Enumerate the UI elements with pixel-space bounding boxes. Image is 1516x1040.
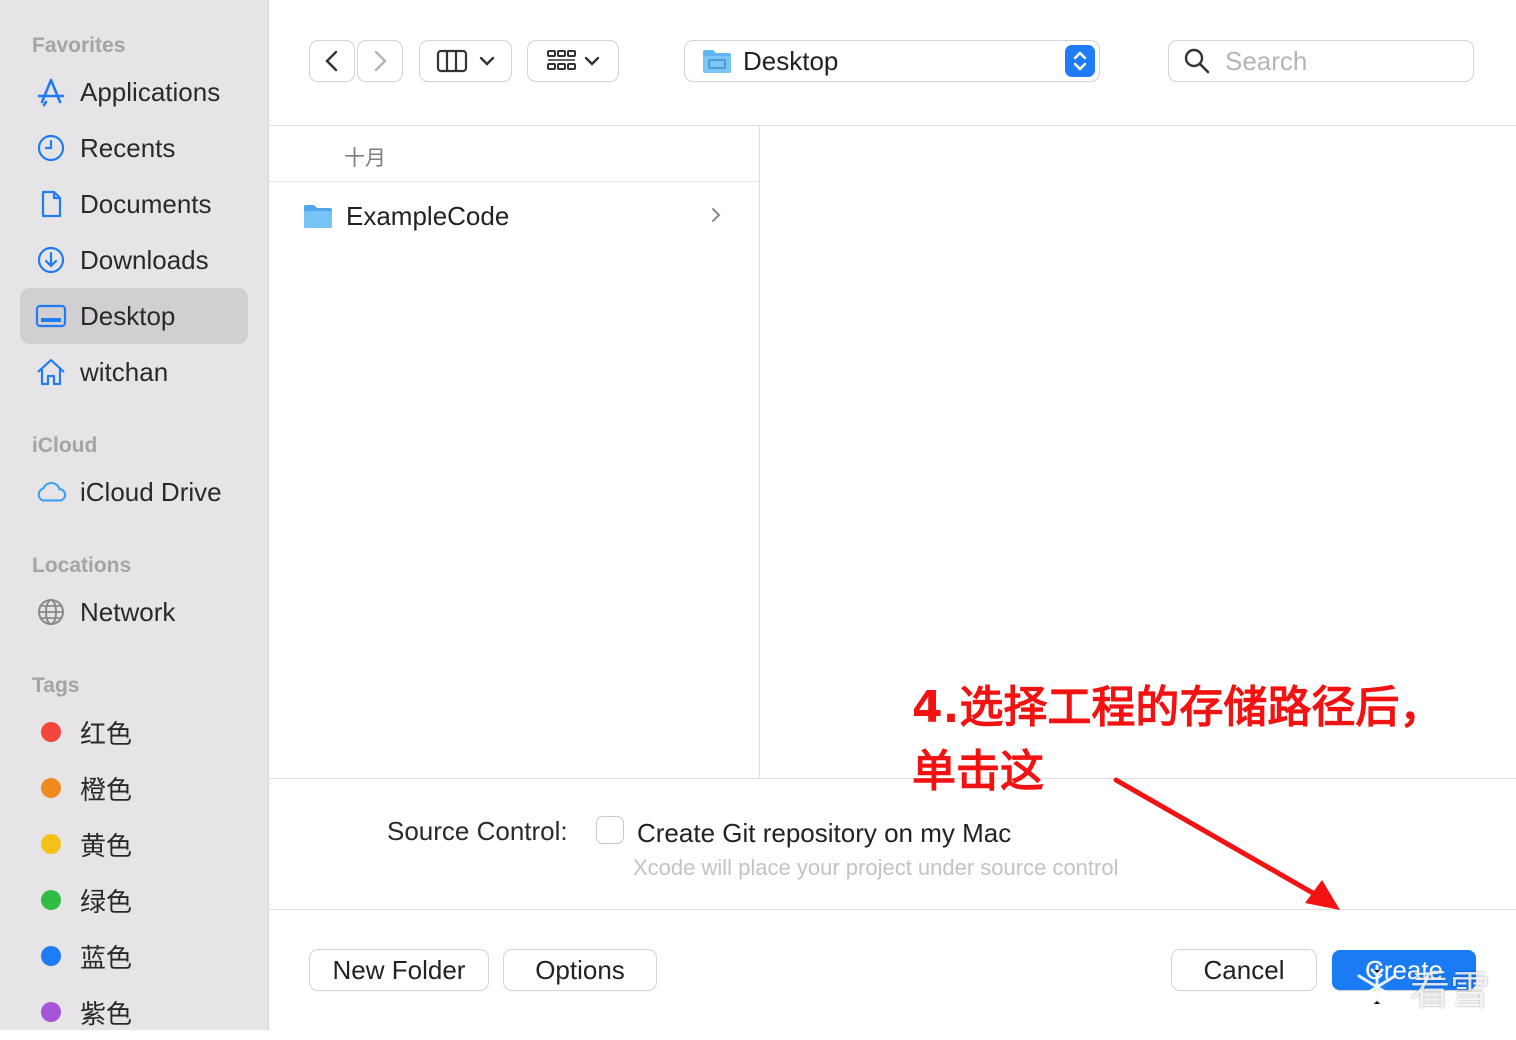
document-icon (35, 188, 67, 220)
grid-icon (547, 50, 576, 70)
desktop-icon (35, 300, 67, 332)
group-by-button[interactable] (528, 41, 618, 81)
folder-icon (304, 205, 332, 228)
sidebar-item-label: Documents (80, 188, 212, 219)
columns-view-icon (436, 49, 467, 73)
tag-dot-icon (41, 1002, 61, 1022)
chevron-left-icon (325, 50, 338, 72)
tag-dot-icon (41, 778, 61, 798)
sidebar-item-label: 黄色 (80, 830, 133, 861)
sidebar-item-recents[interactable]: Recents (20, 120, 248, 176)
sidebar: Favorites Applications Recents Documents… (0, 0, 269, 1030)
applications-icon (35, 76, 67, 108)
source-control-hint: Xcode will place your project under sour… (633, 855, 1119, 880)
globe-icon (35, 596, 67, 628)
sidebar-item-desktop[interactable]: Desktop (20, 288, 248, 344)
source-control-label: Source Control: (387, 816, 568, 846)
git-checkbox-label[interactable]: Create Git repository on my Mac (637, 818, 1011, 849)
annotation-arrow-icon (1113, 777, 1340, 910)
sidebar-item-label: 橙色 (80, 774, 133, 805)
watermark: 看雪 (1352, 952, 1512, 1022)
tag-dot-icon (41, 834, 61, 854)
sidebar-item-icloud-drive[interactable]: iCloud Drive (20, 464, 248, 520)
folder-icon (703, 50, 731, 73)
sidebar-item-label: Network (80, 596, 176, 627)
chevron-down-icon (584, 56, 600, 66)
search-input[interactable] (1223, 44, 1467, 78)
sidebar-tag-blue[interactable]: 蓝色 (20, 928, 248, 984)
forward-button[interactable] (358, 41, 402, 81)
download-icon (35, 244, 67, 276)
tag-dot-icon (41, 946, 61, 966)
sidebar-item-label: Downloads (80, 244, 209, 275)
view-mode-button[interactable] (420, 41, 511, 81)
list-item[interactable]: ExampleCode (269, 188, 759, 244)
list-item-label: ExampleCode (346, 200, 510, 231)
tag-dot-icon (41, 722, 61, 742)
locations-section-title: Locations (32, 554, 132, 577)
cancel-button[interactable]: Cancel (1172, 950, 1316, 990)
path-popup-label: Desktop (743, 45, 839, 76)
cloud-icon (35, 476, 67, 508)
toolbar: Desktop (269, 0, 1516, 126)
sidebar-item-label: witchan (80, 356, 169, 387)
sidebar-item-label: 蓝色 (80, 942, 133, 973)
sidebar-tag-green[interactable]: 绿色 (20, 872, 248, 928)
watermark-text: 看雪 (1410, 968, 1490, 1014)
sidebar-item-witchan[interactable]: witchan (20, 344, 248, 400)
snowflake-icon (1357, 964, 1397, 1010)
updown-chevron-icon (1065, 45, 1095, 77)
sidebar-tag-red[interactable]: 红色 (20, 704, 248, 760)
sidebar-tag-orange[interactable]: 橙色 (20, 760, 248, 816)
sidebar-item-label: Desktop (80, 300, 176, 331)
sidebar-item-downloads[interactable]: Downloads (20, 232, 248, 288)
options-button[interactable]: Options (504, 950, 656, 990)
sidebar-item-applications[interactable]: Applications (20, 64, 248, 120)
tag-dot-icon (41, 890, 61, 910)
favorites-section-title: Favorites (32, 34, 126, 57)
sidebar-item-network[interactable]: Network (20, 584, 248, 640)
chevron-right-icon (712, 208, 721, 222)
sidebar-item-label: Applications (80, 76, 221, 107)
search-field[interactable] (1169, 41, 1473, 81)
sidebar-item-label: iCloud Drive (80, 476, 222, 507)
clock-icon (35, 132, 67, 164)
group-header: 十月 (269, 126, 759, 182)
sidebar-item-label: 绿色 (80, 886, 133, 917)
sidebar-item-label: 紫色 (80, 998, 133, 1029)
sidebar-item-label: Recents (80, 132, 176, 163)
search-icon (1184, 48, 1210, 74)
back-button[interactable] (310, 41, 354, 81)
new-folder-button[interactable]: New Folder (310, 950, 488, 990)
git-repository-checkbox[interactable] (597, 817, 623, 843)
annotation-line: 4.选择工程的存储路径后， (912, 682, 1444, 733)
sidebar-tag-yellow[interactable]: 黄色 (20, 816, 248, 872)
sidebar-item-documents[interactable]: Documents (20, 176, 248, 232)
tags-section-title: Tags (32, 674, 80, 697)
icloud-section-title: iCloud (32, 434, 98, 457)
sidebar-tag-purple[interactable]: 紫色 (20, 984, 248, 1040)
path-popup[interactable]: Desktop (685, 41, 1099, 81)
browser-column: 十月 ExampleCode (269, 126, 760, 778)
home-icon (35, 356, 67, 388)
chevron-right-icon (374, 50, 387, 72)
group-header-label: 十月 (344, 147, 386, 170)
chevron-down-icon (479, 56, 494, 66)
sidebar-item-label: 红色 (80, 718, 133, 749)
